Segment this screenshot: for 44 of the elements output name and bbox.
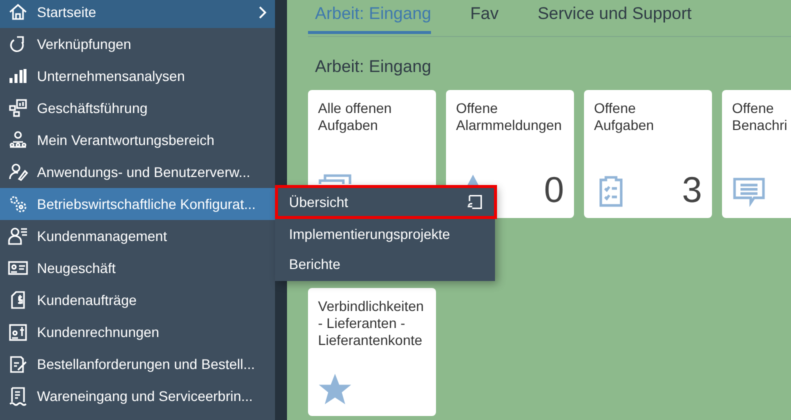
bars-icon: [8, 66, 28, 86]
sidebar-item[interactable]: Geschäftsführung: [0, 92, 275, 124]
receipt-icon: [8, 386, 28, 406]
docdollar-icon: [8, 290, 28, 310]
menu-item[interactable]: Implementierungsprojekte: [275, 219, 495, 249]
sidebar-item[interactable]: Betriebswirtschaftliche Konfigurat...: [0, 188, 275, 220]
tab[interactable]: Service und Support: [530, 0, 698, 30]
tile-title: Alle offenen Aufgaben: [318, 100, 393, 134]
sidebar-item[interactable]: Anwendungs- und Benutzerverw...: [0, 156, 275, 188]
sidebar-item[interactable]: Bestellanforderungen und Bestell...: [0, 348, 275, 380]
sidebar-item[interactable]: Wareneingang und Serviceerbrin...: [0, 380, 275, 412]
sidebar-item[interactable]: Neugeschäft: [0, 252, 275, 284]
tile[interactable]: Offene Benachri: [722, 90, 791, 218]
sidebar-item[interactable]: Unternehmensanalysen: [0, 60, 275, 92]
sidebar-item[interactable]: Mein Verantwortungsbereich: [0, 124, 275, 156]
userlist-icon: [8, 226, 28, 246]
tab[interactable]: Fav: [463, 0, 505, 30]
section-title: Arbeit: Eingang: [315, 57, 432, 77]
menu-item[interactable]: Übersicht: [275, 185, 497, 219]
sidebar-item[interactable]: Kundenaufträge: [0, 284, 275, 316]
tile[interactable]: Offene Aufgaben 3: [584, 90, 712, 218]
sidebar-item[interactable]: Startseite: [0, 0, 275, 28]
team-icon: [8, 130, 28, 150]
tile-title: Offene Alarmmeldungen: [456, 100, 563, 134]
tile[interactable]: Verbindlichkeiten - Lieferanten - Lieferantenkonte: [308, 288, 436, 416]
tile-title: Offene Benachri: [732, 100, 788, 134]
sidebar-item[interactable]: Kundenrechnungen: [0, 316, 275, 348]
window-icon: [465, 193, 483, 211]
tile-count: 3: [682, 172, 702, 208]
useredit-icon: [8, 162, 28, 182]
home-icon: [8, 2, 28, 22]
tasks-icon: [318, 174, 352, 184]
card-icon: [8, 258, 28, 278]
star-icon: [318, 372, 352, 406]
menu-item[interactable]: Berichte: [275, 249, 495, 279]
tile-count: 0: [544, 172, 564, 208]
chart-icon: [8, 98, 28, 118]
tile-title: Verbindlichkeiten - Lieferanten - Lieferantenkonte: [318, 298, 425, 349]
sidebar-item[interactable]: Kundenmanagement: [0, 220, 275, 252]
docpen-icon: [8, 354, 28, 374]
tile[interactable]: Offene Alarmmeldungen 0: [446, 90, 574, 218]
gears-icon: [8, 194, 28, 214]
tile-title: Offene Aufgaben: [594, 100, 655, 134]
sidebar-item[interactable]: Verknüpfungen: [0, 28, 275, 60]
